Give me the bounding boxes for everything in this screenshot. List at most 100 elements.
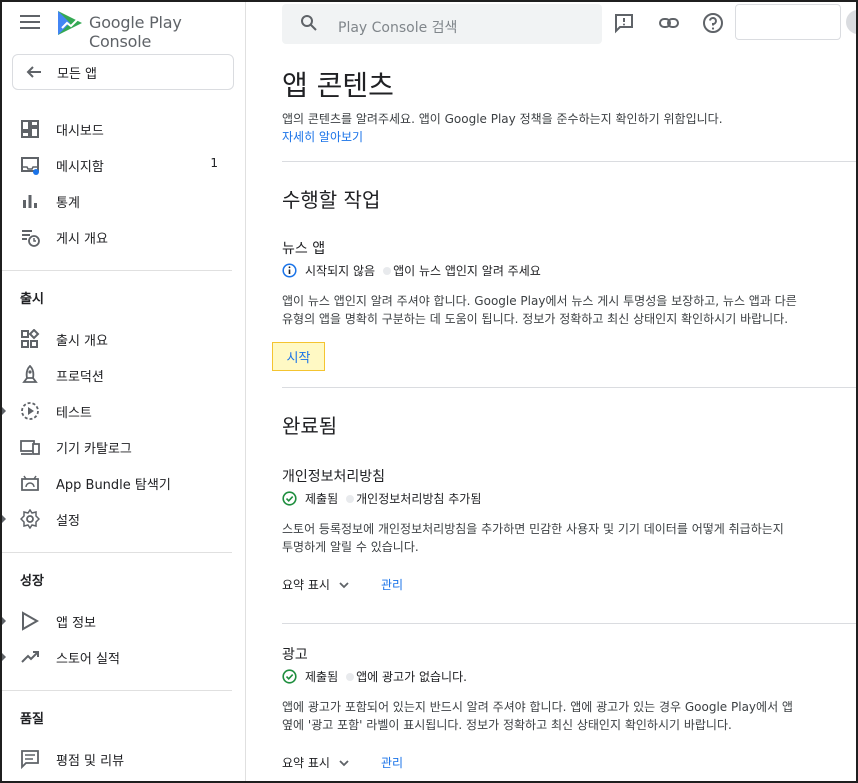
info-icon (282, 263, 297, 278)
account-switcher[interactable] (735, 4, 841, 40)
news-app-description-line: 앱이 뉴스 앱인지 알려 주셔야 합니다. Google Play에서 뉴스 게… (282, 294, 797, 308)
play-console-logo (58, 11, 82, 35)
testing-icon (21, 402, 39, 420)
status-text: 시작되지 않음 (305, 264, 376, 278)
status-text: 제출됨 (305, 492, 339, 506)
privacy-policy-status: 제출됨 개인정보처리방침 추가됨 (282, 490, 481, 507)
inbox-count-badge: 1 (210, 156, 218, 170)
show-summary-button[interactable]: 요약 표시 (282, 576, 350, 593)
sidebar-item-label: 프로덕션 (56, 370, 104, 385)
learn-more-link[interactable]: 자세히 알아보기 (282, 128, 363, 145)
store-performance-icon (21, 651, 39, 663)
status-detail: 개인정보처리방침 추가됨 (356, 492, 482, 506)
news-app-status: 시작되지 않음 앱이 뉴스 앱인지 알려 주세요 (282, 262, 541, 279)
sidebar-item-production[interactable]: 프로덕션 (2, 360, 242, 390)
main-content: 앱 콘텐츠 앱의 콘텐츠를 알려주세요. 앱이 Google Play 정책을 … (246, 46, 856, 781)
news-app-title: 뉴스 앱 (282, 241, 326, 257)
arrow-back-icon (26, 66, 41, 78)
sidebar-item-label: 기기 카탈로그 (56, 442, 132, 457)
show-summary-label: 요약 표시 (282, 578, 330, 592)
feedback-icon[interactable] (613, 12, 635, 34)
status-text: 제출됨 (305, 670, 339, 684)
sidebar-item-publishing-overview[interactable]: 게시 개요 (2, 222, 242, 252)
section-divider (282, 161, 856, 162)
all-apps-button[interactable]: 모든 앱 (12, 54, 234, 90)
sidebar-item-release-overview[interactable]: 출시 개요 (2, 324, 242, 354)
expand-marker-icon (2, 515, 6, 523)
sidebar-item-settings[interactable]: 설정 (2, 504, 242, 534)
sidebar-divider (2, 552, 232, 553)
section-divider (282, 623, 856, 624)
sidebar-item-label: 통계 (56, 196, 80, 211)
sidebar-item-label: 메시지함 (56, 160, 104, 175)
separator-dot (346, 672, 355, 681)
sidebar-item-label: 테스트 (56, 406, 92, 421)
sidebar-item-app-bundle-explorer[interactable]: App Bundle 탐색기 (2, 468, 242, 498)
help-icon[interactable] (702, 12, 724, 34)
sidebar-item-label: App Bundle 탐색기 (56, 478, 171, 493)
sidebar-item-device-catalog[interactable]: 기기 카탈로그 (2, 432, 242, 462)
sidebar-item-inbox[interactable]: 메시지함 1 (2, 150, 242, 180)
sidebar-item-label: 게시 개요 (56, 232, 108, 247)
sidebar-item-store-presence[interactable]: 앱 정보 (2, 606, 242, 636)
avatar[interactable] (846, 10, 856, 34)
privacy-policy-title: 개인정보처리방침 (282, 469, 386, 485)
publishing-overview-icon (22, 230, 40, 247)
check-circle-icon (282, 491, 297, 506)
section-label-grow: 성장 (20, 574, 44, 589)
privacy-policy-description-line: 투명하게 알릴 수 있습니다. (282, 540, 419, 554)
sidebar-item-label: 출시 개요 (56, 334, 108, 349)
ratings-reviews-icon (21, 750, 39, 769)
status-detail: 앱이 뉴스 앱인지 알려 주세요 (393, 264, 541, 278)
app-window: Google Play Console 모든 앱 대시보드 메시지함 1 통계 … (0, 0, 858, 783)
search-bar[interactable]: Play Console 검색 (282, 4, 602, 44)
sidebar-item-label: 평점 및 리뷰 (56, 754, 125, 769)
all-apps-label: 모든 앱 (57, 67, 98, 82)
search-icon (301, 15, 317, 31)
sidebar-item-label: 설정 (56, 514, 80, 529)
sidebar-item-store-performance[interactable]: 스토어 실적 (2, 642, 242, 672)
show-summary-label: 요약 표시 (282, 756, 330, 770)
search-input[interactable]: Play Console 검색 (338, 17, 457, 37)
sidebar-header: Google Play Console (2, 2, 246, 51)
expand-marker-icon (2, 653, 6, 661)
ads-description-line: 앱에 광고가 포함되어 있는지 반드시 알려 주셔야 합니다. 앱에 광고가 있… (282, 700, 793, 714)
app-bundle-icon (21, 475, 39, 491)
privacy-policy-description-line: 스토어 등록정보에 개인정보처리방침을 추가하면 민감한 사용자 및 기기 데이… (282, 522, 784, 536)
start-button[interactable]: 시작 (272, 342, 325, 371)
sidebar-item-label: 스토어 실적 (56, 652, 120, 667)
page-title: 앱 콘텐츠 (282, 69, 394, 102)
settings-icon (20, 509, 40, 529)
sidebar-divider (2, 270, 232, 271)
section-label-quality: 품질 (20, 712, 44, 727)
sidebar-item-testing[interactable]: 테스트 (2, 396, 242, 426)
done-heading: 완료됨 (282, 414, 338, 438)
brand-title: Google Play Console (89, 13, 182, 51)
inbox-icon (21, 157, 39, 175)
ads-status: 제출됨 앱에 광고가 없습니다. (282, 668, 467, 685)
sidebar-item-dashboard[interactable]: 대시보드 (2, 114, 242, 144)
news-app-description-line: 유형의 앱을 명확히 구분하는 데 도움이 됩니다. 정보가 정확하고 최신 상… (282, 312, 789, 326)
manage-link[interactable]: 관리 (381, 576, 403, 593)
todo-heading: 수행할 작업 (282, 188, 381, 212)
sidebar-item-stats[interactable]: 통계 (2, 186, 242, 216)
sidebar-item-label: 대시보드 (56, 124, 104, 139)
show-summary-button[interactable]: 요약 표시 (282, 754, 350, 771)
sidebar-divider (2, 690, 232, 691)
sidebar: Google Play Console 모든 앱 대시보드 메시지함 1 통계 … (2, 2, 246, 781)
link-icon[interactable] (658, 12, 680, 34)
chevron-down-icon (339, 581, 349, 588)
page-intro: 앱의 콘텐츠를 알려주세요. 앱이 Google Play 정책을 준수하는지 … (282, 112, 723, 126)
menu-icon[interactable] (20, 15, 40, 31)
ads-title: 광고 (282, 647, 308, 663)
sidebar-item-ratings-reviews[interactable]: 평점 및 리뷰 (2, 744, 242, 774)
manage-link[interactable]: 관리 (381, 754, 403, 771)
device-catalog-icon (20, 440, 40, 455)
section-label-release: 출시 (20, 292, 44, 307)
expand-marker-icon (2, 617, 6, 625)
store-presence-icon (22, 611, 40, 631)
dashboard-icon (21, 120, 39, 138)
separator-dot (383, 266, 392, 275)
release-overview-icon (21, 329, 40, 348)
ads-description-line: 옆에 '광고 포함' 라벨이 표시됩니다. 정보가 정확하고 최신 상태인지 확… (282, 718, 732, 732)
